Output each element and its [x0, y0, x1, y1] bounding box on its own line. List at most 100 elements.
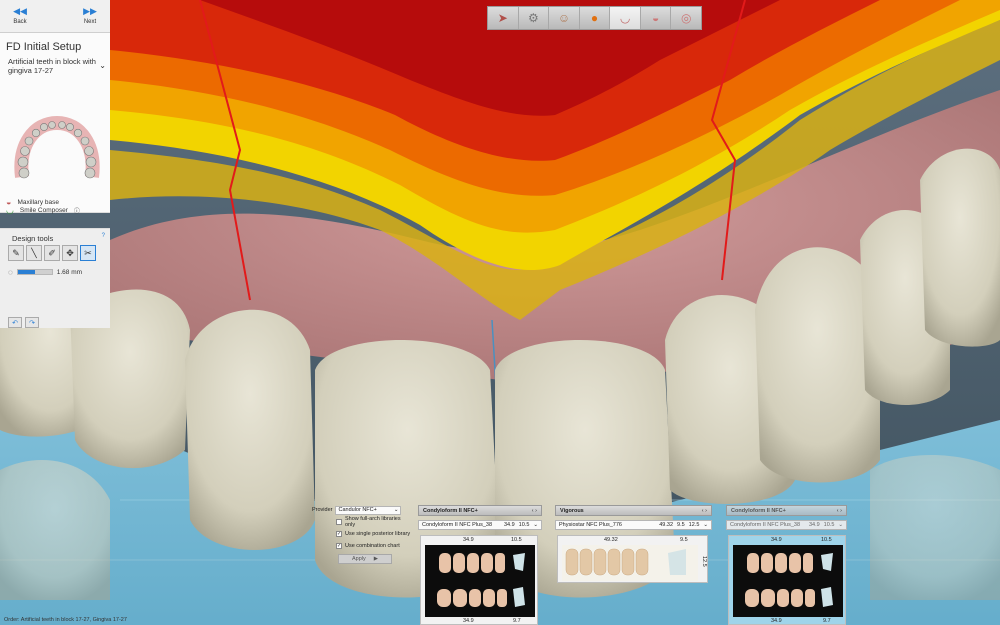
- maxillary-base-icon: ◒: [6, 197, 12, 207]
- library-1-select[interactable]: Condyloform II NFC Plus_38 34.9 10.5 ⌄: [418, 520, 542, 530]
- provider-select[interactable]: Candulor NFC+ ⌄: [335, 505, 402, 515]
- next-label: Next: [83, 19, 97, 25]
- option-single-posterior[interactable]: ✓ Use single posterior library: [336, 529, 412, 539]
- library-1-bottom-left: 34.9: [463, 618, 474, 624]
- option-combination-chart-label: Use combination chart: [345, 543, 400, 549]
- library-2-teeth-preview: [562, 545, 698, 581]
- library-2-name: Vigorous: [560, 507, 584, 514]
- option-single-posterior-label: Use single posterior library: [345, 531, 411, 537]
- library-3-bottom-left: 34.9: [771, 618, 782, 624]
- status-bar: Order: Artificial teeth in block 17-27, …: [4, 617, 127, 623]
- order-type-label: Artificial teeth in block with gingiva 1…: [8, 57, 96, 75]
- provider-settings: Provider Candulor NFC+ ⌄ Show full-arch …: [312, 505, 412, 564]
- help-icon[interactable]: ?: [102, 233, 105, 239]
- back-label: Back: [13, 19, 27, 25]
- next-arrow-icon: ▶▶: [83, 6, 97, 16]
- step-2-button[interactable]: ⚙: [518, 7, 550, 29]
- wax-knife-remove-icon[interactable]: ✐: [44, 245, 60, 261]
- library-2-m3: 12.5: [688, 522, 700, 528]
- design-tool-icons: ✎ ╲ ✐ ✥ ✂: [8, 245, 96, 261]
- library-1-m2: 10.5: [518, 522, 530, 528]
- library-1-pager[interactable]: ‹ ›: [532, 508, 537, 514]
- step-1-button[interactable]: ➤: [488, 7, 519, 29]
- left-wizard-panel: ◀◀ Back ▶▶ Next FD Initial Setup Artific…: [0, 0, 110, 328]
- workflow-step-toolbar: ➤ ⚙ ☺ ● ◡ ◒ ◎: [487, 6, 702, 30]
- library-3-m2: 10.5: [823, 522, 835, 528]
- design-tools-panel: Design tools ? ✎ ╲ ✐ ✥ ✂ ◌ 1.68 mm ↶ ↷: [0, 228, 110, 328]
- step-4-button[interactable]: ●: [579, 7, 611, 29]
- tooth-right-canine: [755, 247, 880, 483]
- wax-knife-add-icon[interactable]: ✎: [8, 245, 24, 261]
- chevron-down-icon: ⌄: [703, 522, 708, 528]
- thickness-value: 1.68 mm: [56, 268, 83, 276]
- library-panel-3: Condyloform II NFC+ ‹ › Condyloform II N…: [726, 505, 847, 625]
- library-2-pager[interactable]: ‹ ›: [702, 508, 707, 514]
- tooth-left-canine: [185, 309, 315, 550]
- library-3-header: Condyloform II NFC+ ‹ ›: [726, 505, 847, 516]
- cut-tool-icon[interactable]: ✂: [80, 245, 96, 261]
- library-3-card[interactable]: 34.9 10.5 34.9 9.7: [728, 535, 846, 625]
- setup-title: FD Initial Setup: [6, 41, 82, 53]
- library-panel-1: Condyloform II NFC+ ‹ › Condyloform II N…: [418, 505, 542, 625]
- library-1-top-right: 10.5: [511, 537, 522, 543]
- order-type-dropdown[interactable]: Artificial teeth in block with gingiva 1…: [0, 57, 110, 75]
- teeth-preview-icon: [745, 553, 833, 607]
- library-3-select[interactable]: Condyloform II NFC Plus_38 34.9 10.5 ⌄: [726, 520, 847, 530]
- provider-label: Provider: [312, 507, 333, 513]
- library-1-card[interactable]: 34.9 10.5 34.9 9.7: [420, 535, 538, 625]
- jaw-scan-icon: ➤: [497, 11, 508, 25]
- provider-selected-value: Candulor NFC+: [338, 507, 377, 513]
- library-3-name: Condyloform II NFC+: [731, 507, 786, 514]
- library-2-select[interactable]: Physiostar NFC Plus_776 49.32 9.5 12.5 ⌄: [555, 520, 712, 530]
- tooth-right-molar: [920, 148, 1000, 347]
- library-2-top-left: 49.32: [604, 537, 618, 543]
- articulator-icon: ⚙: [527, 11, 539, 25]
- teeth-preview-icon: [437, 553, 525, 607]
- library-3-top-left: 34.9: [771, 537, 782, 543]
- transform-tool-icon[interactable]: ✥: [62, 245, 78, 261]
- library-1-m1: 34.9: [503, 522, 515, 528]
- library-2-header: Vigorous ‹ ›: [555, 505, 712, 516]
- apply-button[interactable]: Apply ▶: [338, 554, 392, 564]
- library-1-selection: Condyloform II NFC Plus_38: [422, 522, 492, 528]
- step-5-button[interactable]: ◡: [610, 7, 641, 29]
- next-button[interactable]: ▶▶ Next: [70, 0, 110, 32]
- maxillary-base-label: Maxillary base: [17, 198, 59, 206]
- step-6-button[interactable]: ◒: [640, 7, 672, 29]
- library-3-m1: 34.9: [808, 522, 820, 528]
- play-icon: ▶: [373, 556, 378, 562]
- library-2-card[interactable]: 49.32 9.5 12.5: [557, 535, 708, 583]
- step-3-button[interactable]: ☺: [549, 7, 580, 29]
- checkbox-single-posterior[interactable]: ✓: [336, 531, 342, 537]
- undo-icon: ↶: [12, 319, 18, 327]
- back-button[interactable]: ◀◀ Back: [0, 0, 40, 32]
- library-panel-2: Vigorous ‹ › Physiostar NFC Plus_776 49.…: [555, 505, 712, 625]
- checkbox-full-arch[interactable]: [336, 519, 342, 525]
- chevron-down-icon: ⌄: [533, 522, 538, 528]
- chevron-down-icon: ⌄: [393, 507, 399, 513]
- undo-button[interactable]: ↶: [8, 317, 22, 328]
- finish-icon: ◎: [681, 11, 692, 25]
- checkbox-combination-chart[interactable]: ✓: [336, 543, 342, 549]
- provider-row: Provider Candulor NFC+ ⌄: [312, 505, 412, 515]
- denture-arch-icon: ◡: [619, 11, 631, 25]
- smooth-tool-icon[interactable]: ╲: [26, 245, 42, 261]
- option-combination-chart[interactable]: ✓ Use combination chart: [336, 541, 412, 551]
- step-7-button[interactable]: ◎: [671, 7, 702, 29]
- library-3-top-right: 10.5: [821, 537, 832, 543]
- smile-composer-label: Smile Composer: [19, 207, 68, 214]
- redo-icon: ↷: [29, 319, 35, 327]
- library-2-m1: 49.32: [659, 522, 674, 528]
- redo-button[interactable]: ↷: [25, 317, 39, 328]
- teeth-preview-icon: [565, 548, 686, 576]
- option-full-arch[interactable]: Show full-arch libraries only: [336, 516, 412, 528]
- library-3-teeth-preview: [733, 545, 843, 617]
- library-1-header: Condyloform II NFC+ ‹ ›: [418, 505, 542, 516]
- library-3-pager[interactable]: ‹ ›: [837, 508, 842, 514]
- design-tools-title: Design tools: [12, 234, 54, 243]
- tooth-arch-diagram[interactable]: [12, 115, 102, 185]
- library-3-bottom-right: 9.7: [823, 618, 831, 624]
- maxillary-base-item[interactable]: ◒ Maxillary base: [6, 197, 59, 207]
- thickness-slider[interactable]: [16, 269, 53, 275]
